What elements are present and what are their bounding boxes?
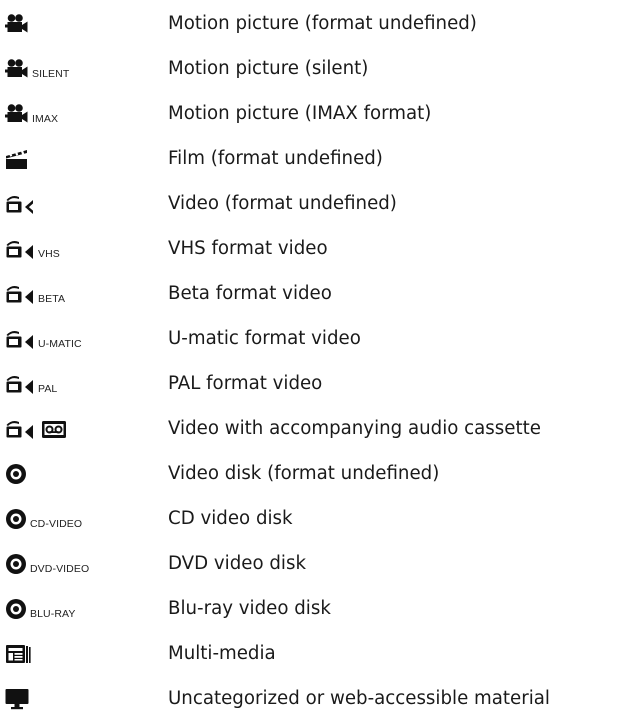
video-camera-icon: U-MATIC bbox=[5, 327, 82, 351]
legend-label: Motion picture (silent) bbox=[168, 58, 369, 79]
legend-label: CD video disk bbox=[168, 508, 293, 529]
legend-row: CD-VIDEO CD video disk bbox=[0, 497, 629, 541]
legend-row: Video disk (format undefined) bbox=[0, 452, 629, 496]
format-tag: PAL bbox=[38, 382, 58, 395]
legend-row: Video with accompanying audio cassette bbox=[0, 407, 629, 451]
format-tag: BETA bbox=[38, 292, 66, 305]
legend-label: Motion picture (IMAX format) bbox=[168, 103, 432, 124]
legend-label: Video with accompanying audio cassette bbox=[168, 418, 541, 439]
legend-row: BETA Beta format video bbox=[0, 272, 629, 316]
legend-label: Beta format video bbox=[168, 283, 332, 304]
multimedia-icon bbox=[5, 642, 31, 666]
format-tag: IMAX bbox=[32, 112, 59, 125]
legend-row: BLU-RAY Blu-ray video disk bbox=[0, 587, 629, 631]
legend-label: DVD video disk bbox=[168, 553, 306, 574]
legend-label: U-matic format video bbox=[168, 328, 361, 349]
desktop-monitor-icon bbox=[5, 687, 29, 711]
disc-icon bbox=[5, 462, 27, 486]
legend-label: Video disk (format undefined) bbox=[168, 463, 440, 484]
legend-label: VHS format video bbox=[168, 238, 328, 259]
disc-icon: BLU-RAY bbox=[5, 597, 75, 621]
video-camera-icon: PAL bbox=[5, 372, 57, 396]
legend-row: VHS VHS format video bbox=[0, 227, 629, 271]
format-tag: VHS bbox=[38, 247, 60, 260]
format-tag: BLU-RAY bbox=[30, 607, 76, 620]
legend-row: Video (format undefined) bbox=[0, 182, 629, 226]
disc-icon: CD-VIDEO bbox=[5, 507, 82, 531]
legend-row: DVD-VIDEO DVD video disk bbox=[0, 542, 629, 586]
clapperboard-icon bbox=[5, 147, 29, 171]
video-camera-icon: VHS bbox=[5, 237, 60, 261]
format-tag: SILENT bbox=[32, 67, 70, 80]
format-tag: U-MATIC bbox=[38, 337, 82, 350]
video-camera-cassette-icon bbox=[5, 417, 67, 441]
legend-row: Film (format undefined) bbox=[0, 137, 629, 181]
format-tag: DVD-VIDEO bbox=[30, 562, 90, 575]
legend-row: PAL PAL format video bbox=[0, 362, 629, 406]
video-camera-icon bbox=[5, 192, 35, 216]
legend-label: Film (format undefined) bbox=[168, 148, 383, 169]
legend-label: Blu-ray video disk bbox=[168, 598, 331, 619]
legend-row: U-MATIC U-matic format video bbox=[0, 317, 629, 361]
legend-label: Motion picture (format undefined) bbox=[168, 13, 477, 34]
legend-row: IMAX Motion picture (IMAX format) bbox=[0, 92, 629, 136]
video-camera-icon: BETA bbox=[5, 282, 65, 306]
legend-label: Uncategorized or web-accessible material bbox=[168, 688, 550, 709]
legend-row: Motion picture (format undefined) bbox=[0, 2, 629, 46]
legend-label: Video (format undefined) bbox=[168, 193, 397, 214]
legend-label: Multi-media bbox=[168, 643, 276, 664]
disc-icon: DVD-VIDEO bbox=[5, 552, 89, 576]
motion-picture-icon bbox=[5, 12, 29, 36]
legend-row: SILENT Motion picture (silent) bbox=[0, 47, 629, 91]
legend-row: Uncategorized or web-accessible material bbox=[0, 677, 629, 721]
format-tag: CD-VIDEO bbox=[30, 517, 83, 530]
legend-label: PAL format video bbox=[168, 373, 323, 394]
motion-picture-icon: IMAX bbox=[5, 102, 58, 126]
legend-row: Multi-media bbox=[0, 632, 629, 676]
motion-picture-icon: SILENT bbox=[5, 57, 69, 81]
